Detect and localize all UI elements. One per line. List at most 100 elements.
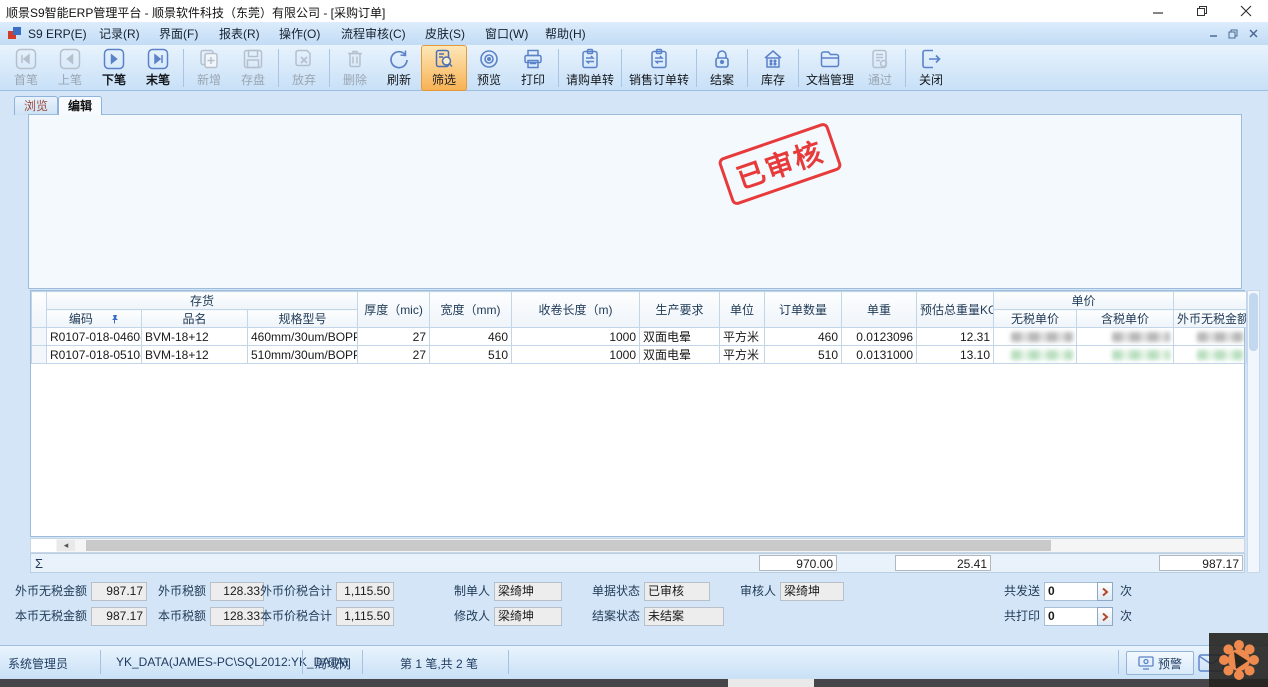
unit-price-group-header[interactable]: 单价 bbox=[994, 292, 1174, 310]
cell-price-incl-redacted[interactable] bbox=[1077, 328, 1174, 346]
cell-price-incl-redacted[interactable] bbox=[1077, 346, 1174, 364]
prev-record-button[interactable]: 上笔 bbox=[48, 46, 92, 90]
menu-skin[interactable]: 皮肤(S) bbox=[421, 26, 469, 42]
col-code[interactable]: 编码 bbox=[47, 310, 142, 328]
cell-code[interactable]: R0107-018-0460-... bbox=[47, 328, 142, 346]
cell-length[interactable]: 1000 bbox=[512, 346, 640, 364]
print-button[interactable]: 打印 bbox=[511, 46, 555, 90]
cell-width[interactable]: 510 bbox=[430, 346, 512, 364]
menu-ui[interactable]: 界面(F) bbox=[155, 26, 202, 42]
send-count-label: 共发送 bbox=[998, 582, 1040, 601]
filter-button[interactable]: 筛选 bbox=[421, 45, 467, 91]
cell-price-excl-redacted[interactable] bbox=[994, 346, 1077, 364]
minimize-icon[interactable] bbox=[1136, 0, 1180, 22]
cell-name[interactable]: BVM-18+12 bbox=[142, 328, 248, 346]
col-product-name[interactable]: 品名 bbox=[142, 310, 248, 328]
cell-foreign-redacted[interactable] bbox=[1174, 328, 1247, 346]
cell-qty[interactable]: 460 bbox=[765, 328, 842, 346]
requisition-transfer-button[interactable]: 请购单转 bbox=[562, 46, 618, 90]
col-unit-weight[interactable]: 单重 bbox=[842, 292, 917, 328]
close-window-button[interactable]: 关闭 bbox=[909, 46, 953, 90]
send-count-spinner-icon[interactable] bbox=[1097, 582, 1113, 601]
cell-spec[interactable]: 460mm/30um/BOPP预涂触... bbox=[248, 328, 358, 346]
tab-browse[interactable]: 浏览 bbox=[14, 96, 58, 115]
cell-length[interactable]: 1000 bbox=[512, 328, 640, 346]
next-record-button[interactable]: 下笔 bbox=[92, 46, 136, 90]
menu-s9erp[interactable]: S9 ERP(E) bbox=[24, 26, 91, 42]
cell-requirement[interactable]: 双面电晕 bbox=[640, 328, 720, 346]
inventory-button[interactable]: 库存 bbox=[751, 46, 795, 90]
mdi-restore-icon[interactable] bbox=[1224, 26, 1242, 41]
menu-operate[interactable]: 操作(O) bbox=[275, 26, 324, 42]
abandon-button[interactable]: 放弃 bbox=[282, 46, 326, 90]
cell-spec[interactable]: 510mm/30um/BOPP预涂触... bbox=[248, 346, 358, 364]
mdi-minimize-icon[interactable] bbox=[1204, 26, 1222, 41]
tab-edit[interactable]: 编辑 bbox=[58, 96, 102, 115]
menu-report[interactable]: 报表(R) bbox=[215, 26, 264, 42]
close-icon[interactable] bbox=[1224, 0, 1268, 22]
menu-window[interactable]: 窗口(W) bbox=[481, 26, 532, 42]
pin-icon[interactable] bbox=[110, 314, 119, 324]
cell-qty[interactable]: 510 bbox=[765, 346, 842, 364]
cell-est-weight[interactable]: 12.31 bbox=[917, 328, 994, 346]
col-spec[interactable]: 规格型号 bbox=[248, 310, 358, 328]
foreign-total-label: 外币价税合计 bbox=[258, 582, 332, 601]
horizontal-scrollbar[interactable]: ◂ bbox=[30, 538, 1245, 553]
col-foreign-amount[interactable]: 外币无税金额 bbox=[1174, 310, 1247, 328]
print-count-spinner-icon[interactable] bbox=[1097, 607, 1113, 626]
inventory-group-header[interactable]: 存货 bbox=[47, 292, 358, 310]
col-est-total-weight[interactable]: 预估总重量KG bbox=[917, 292, 994, 328]
screen-recorder-overlay-icon[interactable] bbox=[1209, 633, 1268, 687]
creator-label: 制单人 bbox=[448, 582, 490, 601]
cell-unit[interactable]: 平方米 bbox=[720, 328, 765, 346]
cell-code[interactable]: R0107-018-0510-... bbox=[47, 346, 142, 364]
cell-requirement[interactable]: 双面电晕 bbox=[640, 346, 720, 364]
col-price-excl-tax[interactable]: 无税单价 bbox=[994, 310, 1077, 328]
close-case-button[interactable]: 结案 bbox=[700, 46, 744, 90]
vertical-scrollbar-thumb[interactable] bbox=[1249, 293, 1258, 351]
cell-est-weight[interactable]: 13.10 bbox=[917, 346, 994, 364]
last-record-button[interactable]: 末笔 bbox=[136, 46, 180, 90]
col-thickness[interactable]: 厚度（mic) bbox=[358, 292, 430, 328]
print-count-field[interactable]: 0 bbox=[1044, 607, 1098, 626]
preview-button[interactable]: 预览 bbox=[467, 46, 511, 90]
col-unit[interactable]: 单位 bbox=[720, 292, 765, 328]
cell-thickness[interactable]: 27 bbox=[358, 346, 430, 364]
refresh-button[interactable]: 刷新 bbox=[377, 46, 421, 90]
send-count-field[interactable]: 0 bbox=[1044, 582, 1098, 601]
menu-workflow[interactable]: 流程审核(C) bbox=[337, 26, 410, 42]
first-record-button[interactable]: 首笔 bbox=[4, 46, 48, 90]
table-row[interactable]: R0107-018-0460-... BVM-18+12 460mm/30um/… bbox=[32, 328, 1247, 346]
sales-order-transfer-button[interactable]: 销售订单转 bbox=[625, 46, 693, 90]
restore-icon[interactable] bbox=[1180, 0, 1224, 22]
scroll-left-icon[interactable]: ◂ bbox=[57, 540, 75, 551]
menu-help[interactable]: 帮助(H) bbox=[541, 26, 590, 42]
table-row[interactable]: R0107-018-0510-... BVM-18+12 510mm/30um/… bbox=[32, 346, 1247, 364]
cell-unit-weight[interactable]: 0.0131000 bbox=[842, 346, 917, 364]
approve-button[interactable]: 通过 bbox=[858, 46, 902, 90]
cell-width[interactable]: 460 bbox=[430, 328, 512, 346]
col-price-incl-tax[interactable]: 含税单价 bbox=[1077, 310, 1174, 328]
filter-icon bbox=[433, 48, 455, 70]
menu-record[interactable]: 记录(R) bbox=[95, 26, 144, 42]
delete-button[interactable]: 删除 bbox=[333, 46, 377, 90]
mdi-close-icon[interactable] bbox=[1244, 26, 1262, 41]
vertical-scrollbar[interactable] bbox=[1247, 290, 1260, 573]
cell-foreign-redacted[interactable] bbox=[1174, 346, 1247, 364]
new-button[interactable]: 新增 bbox=[187, 46, 231, 90]
cell-unit[interactable]: 平方米 bbox=[720, 346, 765, 364]
alert-button[interactable]: 预警 bbox=[1126, 651, 1194, 675]
document-management-button[interactable]: 文档管理 bbox=[802, 46, 858, 90]
col-roll-length[interactable]: 收卷长度（m) bbox=[512, 292, 640, 328]
blank-group-header bbox=[1174, 292, 1247, 310]
col-width[interactable]: 宽度（mm) bbox=[430, 292, 512, 328]
col-order-qty[interactable]: 订单数量 bbox=[765, 292, 842, 328]
horizontal-scrollbar-thumb[interactable] bbox=[86, 540, 1051, 551]
col-production-requirement[interactable]: 生产要求 bbox=[640, 292, 720, 328]
save-button[interactable]: 存盘 bbox=[231, 46, 275, 90]
cell-thickness[interactable]: 27 bbox=[358, 328, 430, 346]
status-bar: 系统管理员 YK_DATA(JAMES-PC\SQL2012:YK_DATA) … bbox=[0, 645, 1268, 679]
cell-unit-weight[interactable]: 0.0123096 bbox=[842, 328, 917, 346]
cell-name[interactable]: BVM-18+12 bbox=[142, 346, 248, 364]
cell-price-excl-redacted[interactable] bbox=[994, 328, 1077, 346]
